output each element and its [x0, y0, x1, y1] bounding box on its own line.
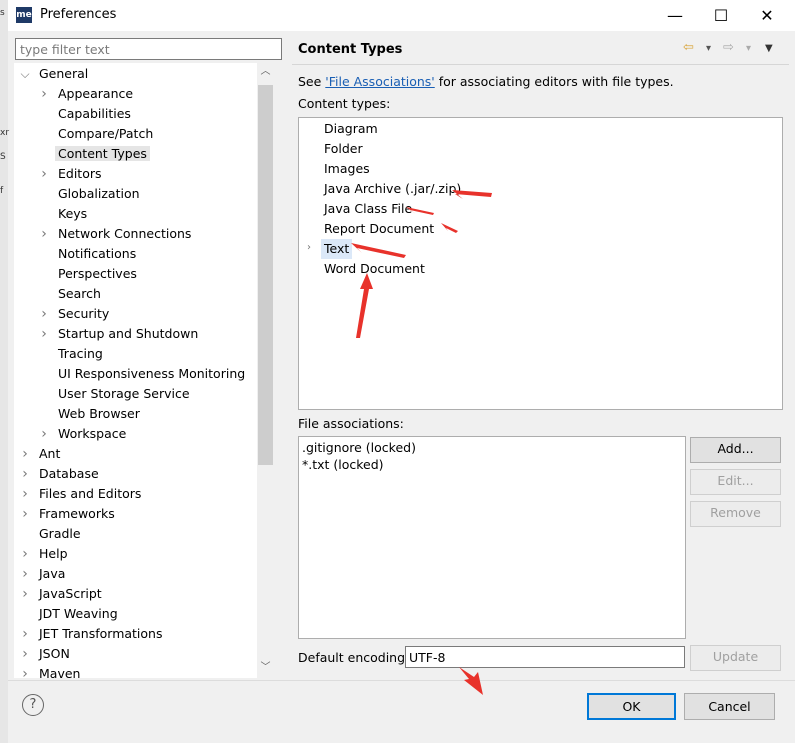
annotation-arrow-icon	[459, 667, 483, 695]
preferences-window: s xr S f me Preferences — ☐ ✕ ⌵General›A…	[0, 0, 795, 743]
annotation-arrow-icon	[452, 190, 492, 199]
annotation-arrow-icon	[356, 273, 373, 338]
annotation-arrow-icon	[441, 223, 458, 233]
annotation-arrow-group	[351, 190, 492, 695]
annotation-arrows	[351, 190, 492, 695]
annotation-arrow-icon	[351, 243, 406, 258]
annotation-arrow-icon	[406, 207, 434, 215]
